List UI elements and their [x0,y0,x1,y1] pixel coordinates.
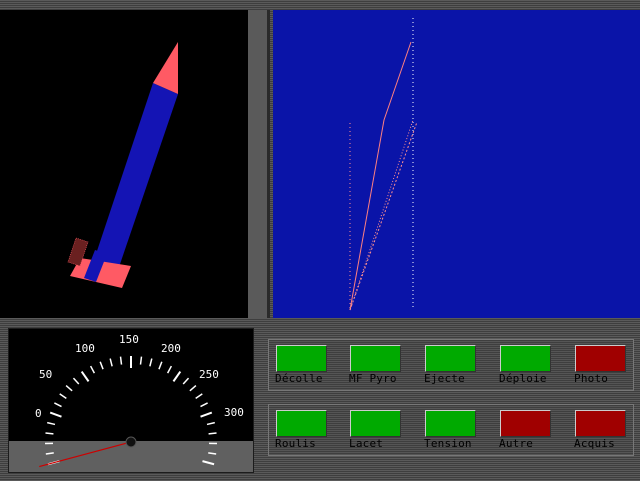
gauge-tick [47,421,56,426]
indicator-acquis: Acquis [568,405,640,455]
gauge-tick [109,358,113,367]
indicator-roulis: Roulis [269,405,344,455]
gauge-tick [49,411,62,418]
indicator-label: Tension [424,437,472,450]
indicator-lamp [500,345,551,372]
gauge-label-150: 150 [119,333,139,346]
gauge-tick [206,421,215,426]
gauge-tick [166,365,173,374]
indicator-decolle: Décolle [269,340,344,390]
indicator-label: Roulis [275,437,316,450]
projected-path-line-2 [349,121,418,311]
gauge-tick [80,370,90,382]
indicator-lamp [575,345,626,372]
gauge-label-0: 0 [35,407,42,420]
indicator-photo: Photo [568,340,640,390]
gauge-tick [65,385,73,392]
gauge-tick [195,393,203,400]
trajectory-view [273,10,640,318]
indicator-lamp [425,410,476,437]
gauge-dial: 0 50 100 150 200 250 300 [9,333,253,472]
gauge-tick [189,385,197,392]
rocket-graphic [67,42,178,288]
speedometer-gauge: 0 50 100 150 200 250 300 [8,328,254,473]
rocket-body [94,83,178,270]
indicator-label: Acquis [574,437,615,450]
indicator-autre: Autre [493,405,568,455]
gauge-tick [54,402,62,408]
indicator-label: Ejecte [424,372,465,385]
indicator-label: Décolle [275,372,323,385]
indicator-lamp [276,410,327,437]
indicator-label: Autre [499,437,534,450]
gauge-tick [158,361,163,370]
indicator-label: Lacet [349,437,384,450]
flight-path-line [349,41,412,311]
gauge-label-300: 300 [224,406,244,419]
gauge-tick [72,377,80,385]
indicator-lamp [500,410,551,437]
indicator-ejecte: Ejecte [418,340,493,390]
indicator-deploie: Déploie [493,340,568,390]
indicator-lamp [350,410,401,437]
gauge-needle-hub [125,436,137,448]
indicator-mf-pyro: MF Pyro [343,340,418,390]
rocket [67,42,178,288]
indicator-lacet: Lacet [343,405,418,455]
panel-divider [248,10,270,318]
rocket-attitude-view [0,10,248,318]
indicator-lamp [350,345,401,372]
status-indicators-row-2: Roulis Lacet Tension Autre Acquis [268,404,634,456]
projected-path-line-1 [349,119,414,311]
indicator-lamp [276,345,327,372]
indicator-lamp [425,345,476,372]
gauge-tick [208,432,217,435]
gauge-tick [119,356,123,365]
gauge-tick [99,361,104,370]
indicator-lamp [575,410,626,437]
gauge-label-200: 200 [161,342,181,355]
gauge-tick [200,402,208,408]
trajectory-plot [349,18,418,311]
gauge-tick [149,358,153,367]
gauge-tick [89,365,96,374]
gauge-tick [200,411,213,418]
gauge-label-100: 100 [75,342,95,355]
gauge-label-50: 50 [39,368,52,381]
gauge-tick [45,432,54,435]
status-indicators-row-1: Décolle MF Pyro Ejecte Déploie Photo [268,339,634,391]
indicator-label: MF Pyro [349,372,397,385]
gauge-tick [172,370,182,382]
gauge-label-250: 250 [199,368,219,381]
indicator-label: Déploie [499,372,547,385]
gauge-tick [182,377,190,385]
gauge-tick [139,356,143,365]
indicator-label: Photo [574,372,609,385]
gauge-tick [59,393,67,400]
indicator-tension: Tension [418,405,493,455]
